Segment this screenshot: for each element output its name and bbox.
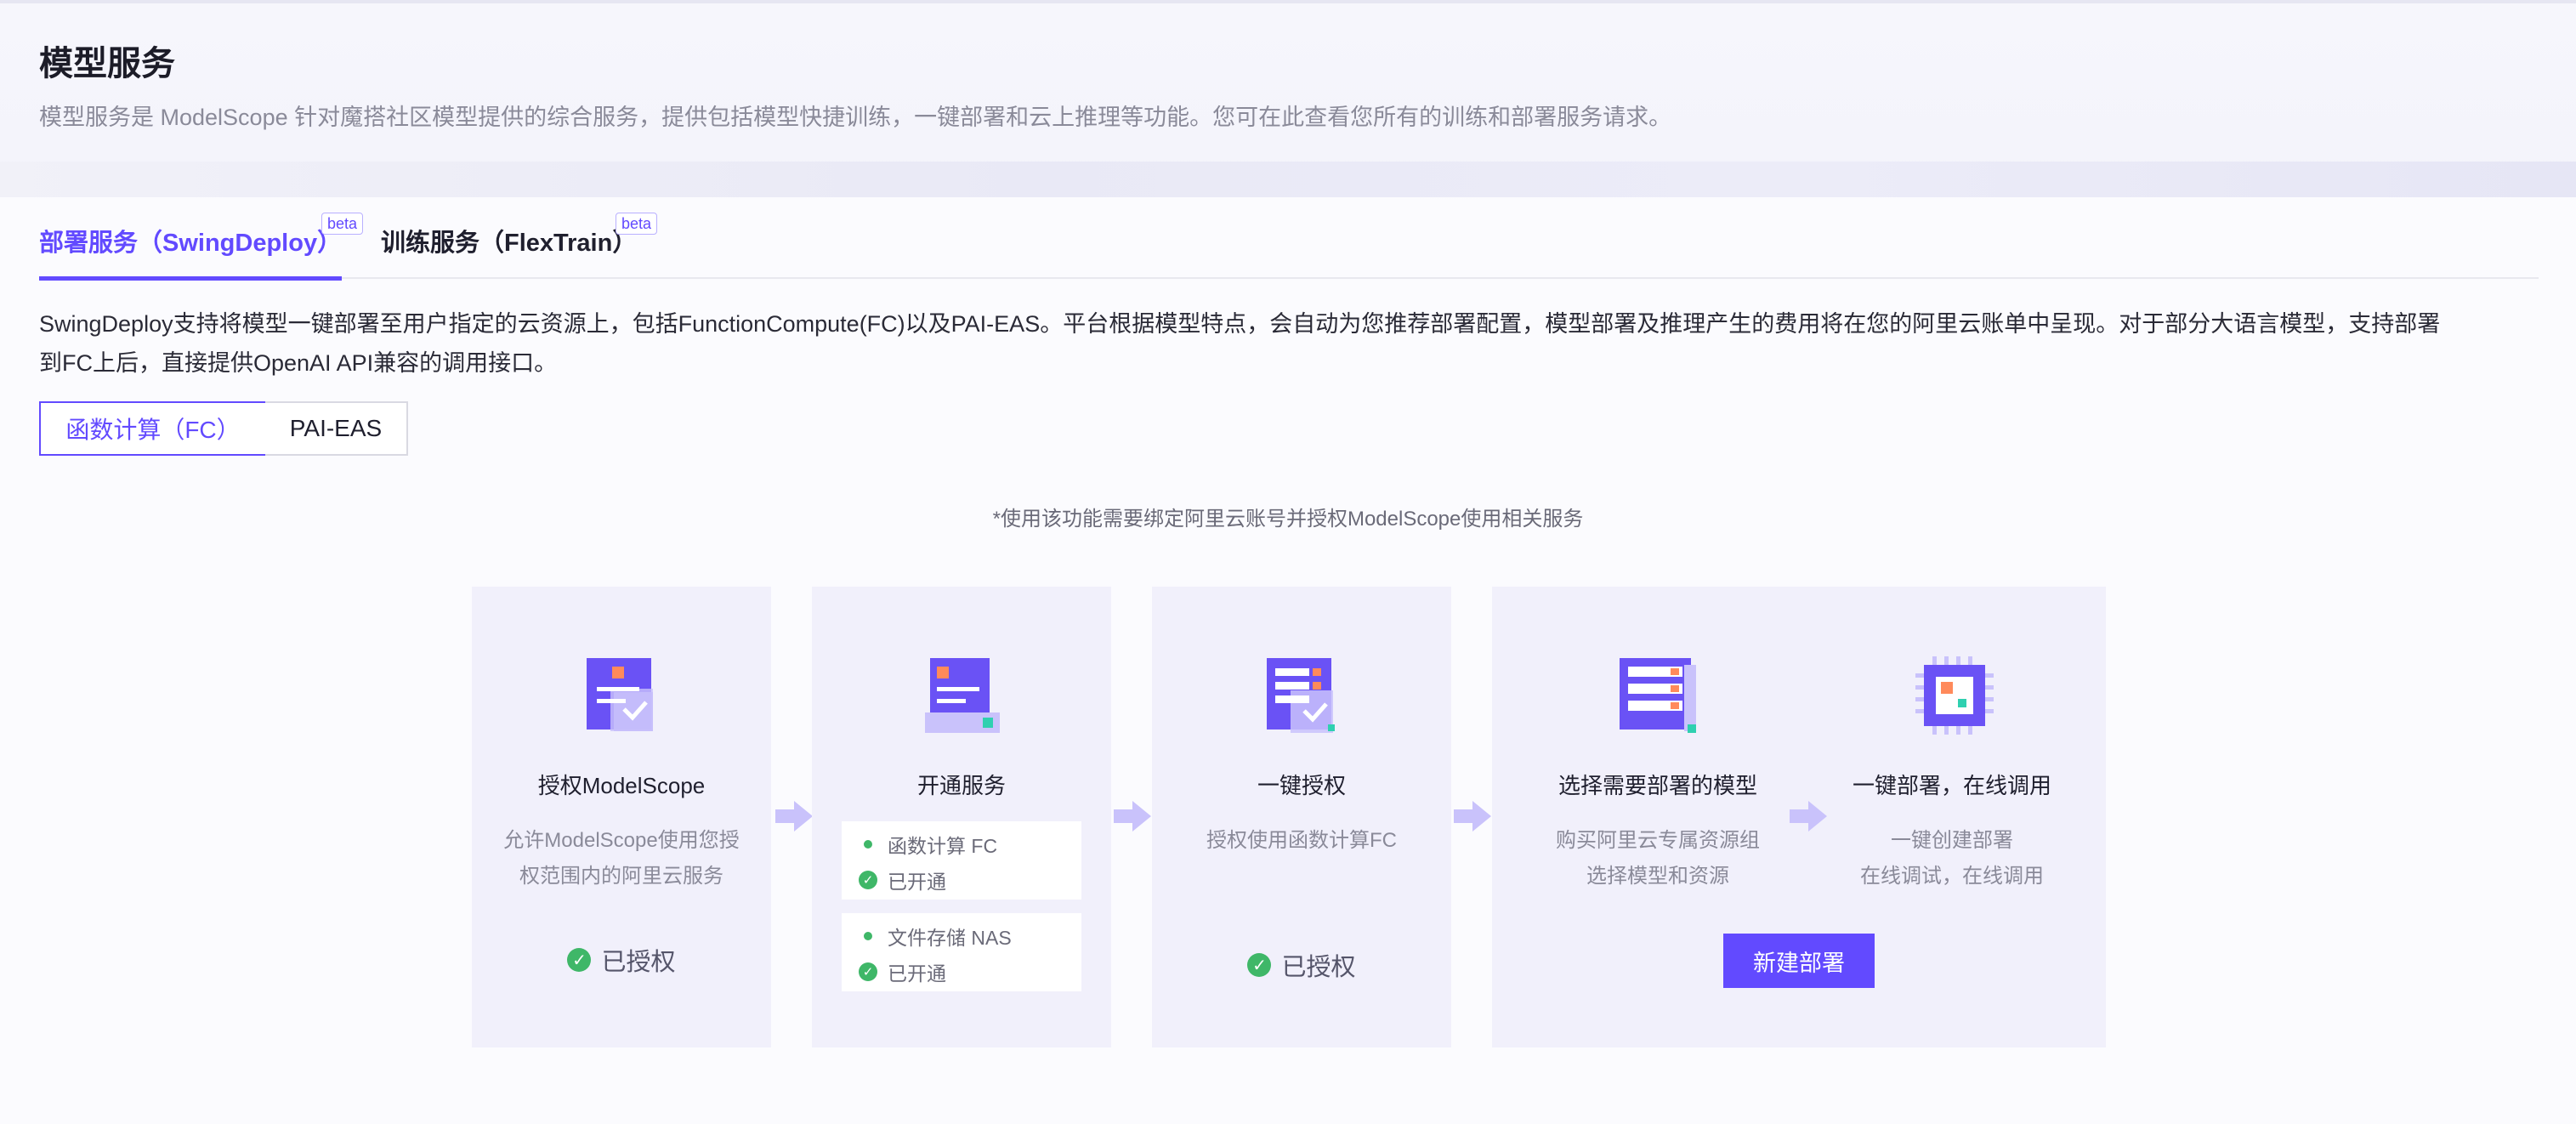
page-title: 模型服务 xyxy=(39,45,175,82)
intro-line-1: SwingDeploy支持将模型一键部署至用户指定的云资源上，包括Functio… xyxy=(39,311,2441,337)
header-stripe xyxy=(0,162,2576,197)
platform-pai-eas-button[interactable]: PAI-EAS xyxy=(265,401,408,456)
step-card-select-deploy: 选择需要部署的模型 购买阿里云专属资源组 选择模型和资源 一键部署，在线调用 一… xyxy=(1492,587,2106,1047)
service-fc-status-row: ✓ 已开通 xyxy=(859,866,946,894)
service-fc-name: 函数计算 FC xyxy=(888,835,998,857)
top-border xyxy=(0,0,2576,3)
service-tabs: 部署服务（SwingDeploy） beta 训练服务（FlexTrain） b… xyxy=(39,213,2539,281)
step-authorize-desc-line-1: 允许ModelScope使用您授 xyxy=(503,829,740,852)
bullet-dot-icon xyxy=(864,932,872,940)
step-one-click-auth-status: ✓ 已授权 xyxy=(1152,947,1451,983)
step-card-one-click-auth: 一键授权 授权使用函数计算FC ✓ 已授权 xyxy=(1152,587,1451,1047)
service-nas-name-row: 文件存储 NAS xyxy=(859,922,1012,951)
document-check-icon xyxy=(585,656,661,739)
intro-line-2: 到FC上后，直接提供OpenAI API兼容的调用接口。 xyxy=(39,350,558,376)
step-deploy-desc-line-1: 一键创建部署 xyxy=(1891,829,2013,852)
chip-icon xyxy=(1915,656,1994,739)
service-nas-status-row: ✓ 已开通 xyxy=(859,957,946,986)
tab-swingdeploy[interactable]: 部署服务（SwingDeploy） beta xyxy=(39,213,364,281)
tab-flextrain-beta-badge: beta xyxy=(616,213,658,235)
step-one-click-auth-title: 一键授权 xyxy=(1257,773,1346,798)
page-description: 模型服务是 ModelScope 针对魔搭社区模型提供的综合服务，提供包括模型快… xyxy=(39,105,1672,130)
arrow-right-icon xyxy=(1454,799,1493,837)
step-select-model-desc-line-1: 购买阿里云专属资源组 xyxy=(1556,829,1760,852)
step-card-authorize: 授权ModelScope 允许ModelScope使用您授 权范围内的阿里云服务… xyxy=(472,587,771,1047)
bullet-dot-icon xyxy=(864,840,872,849)
check-circle-icon: ✓ xyxy=(859,871,877,889)
tab-swingdeploy-label: 部署服务（SwingDeploy） xyxy=(39,230,343,257)
tab-flextrain-label: 训练服务（FlexTrain） xyxy=(381,230,638,257)
server-document-icon xyxy=(925,656,1001,739)
arrow-right-icon xyxy=(1114,799,1153,837)
step-authorize-title: 授权ModelScope xyxy=(537,773,706,798)
check-circle-icon: ✓ xyxy=(1247,953,1272,977)
step-authorize-desc: 允许ModelScope使用您授 权范围内的阿里云服务 xyxy=(472,823,771,894)
list-check-icon xyxy=(1265,656,1342,739)
step-deploy-desc-line-2: 在线调试，在线调用 xyxy=(1860,865,2044,888)
step-select-model-title: 选择需要部署的模型 xyxy=(1558,773,1757,798)
service-fc-box: 函数计算 FC ✓ 已开通 xyxy=(842,821,1081,900)
stacked-list-icon xyxy=(1620,656,1701,739)
service-fc-name-row: 函数计算 FC xyxy=(859,830,997,859)
binding-note: *使用该功能需要绑定阿里云账号并授权ModelScope使用相关服务 xyxy=(992,508,1584,531)
step-select-model-desc: 购买阿里云专属资源组 选择模型和资源 xyxy=(1492,823,1824,894)
tab-swingdeploy-beta-badge: beta xyxy=(321,213,364,235)
step-authorize-status: ✓ 已授权 xyxy=(472,942,771,978)
service-fc-status: 已开通 xyxy=(888,871,946,893)
step-one-click-auth-desc: 授权使用函数计算FC xyxy=(1206,829,1397,852)
step-card-activate: 开通服务 函数计算 FC ✓ 已开通 文件存储 NAS ✓ 已开通 xyxy=(812,587,1111,1047)
check-circle-icon: ✓ xyxy=(859,962,877,981)
swingdeploy-intro: SwingDeploy支持将模型一键部署至用户指定的云资源上，包括Functio… xyxy=(39,304,2539,383)
step-deploy-desc: 一键创建部署 在线调试，在线调用 xyxy=(1820,823,2084,894)
step-deploy-title: 一键部署，在线调用 xyxy=(1852,773,2051,798)
check-circle-icon: ✓ xyxy=(567,948,592,972)
step-one-click-auth-status-label: 已授权 xyxy=(1281,954,1356,981)
service-nas-status: 已开通 xyxy=(888,962,946,985)
tab-flextrain[interactable]: 训练服务（FlexTrain） beta xyxy=(381,213,658,279)
platform-fc-button[interactable]: 函数计算（FC） xyxy=(39,401,267,456)
step-activate-title: 开通服务 xyxy=(916,773,1006,798)
service-nas-box: 文件存储 NAS ✓ 已开通 xyxy=(842,913,1081,991)
arrow-right-icon xyxy=(775,799,814,837)
new-deployment-button[interactable]: 新建部署 xyxy=(1723,934,1875,988)
service-nas-name: 文件存储 NAS xyxy=(888,927,1012,949)
step-select-model-desc-line-2: 选择模型和资源 xyxy=(1586,865,1729,888)
step-authorize-status-label: 已授权 xyxy=(601,949,676,976)
step-authorize-desc-line-2: 权范围内的阿里云服务 xyxy=(519,865,723,888)
